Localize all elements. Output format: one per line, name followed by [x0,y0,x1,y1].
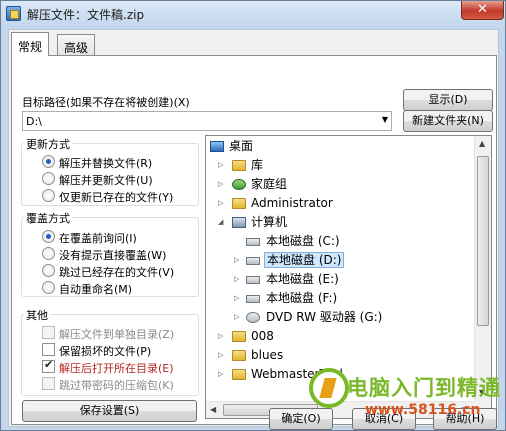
expand-arrow-icon[interactable]: ▷ [234,252,239,269]
radio-update-existing-label[interactable]: 仅更新已存在的文件(Y) [59,189,173,205]
expand-arrow-icon[interactable]: ▷ [234,290,239,307]
scroll-left-arrow-icon[interactable]: ◀ [210,405,216,414]
radio-extract-update[interactable] [42,172,55,185]
tree-item-library[interactable]: ▷ 库 [218,157,263,174]
archive-app-icon [6,6,21,21]
window-title: 解压文件：文件稿.zip [27,8,145,22]
tree-item-homegroup[interactable]: ▷ 家庭组 [218,176,287,193]
computer-icon [232,217,246,228]
overwrite-mode-legend: 覆盖方式 [24,210,72,226]
user-folder-icon [232,198,246,209]
radio-update-existing[interactable] [42,189,55,202]
expand-arrow-icon[interactable]: ▷ [234,309,239,326]
desktop-icon [210,141,224,152]
checkbox-skip-password-archives[interactable] [42,377,55,390]
checkbox-extract-separate-dir[interactable] [42,326,55,339]
tree-item-drive-e[interactable]: ▷ 本地磁盘 (E:) [234,271,339,288]
expand-arrow-icon[interactable]: ▷ [218,328,223,345]
drive-icon [246,238,260,246]
tab-advanced[interactable]: 高级 [57,34,96,56]
tree-item-dvd-drive[interactable]: ▷ DVD RW 驱动器 (G:) [234,309,382,326]
watermark-logo-icon [309,368,349,408]
checkbox-keep-broken-files[interactable] [42,343,55,356]
expand-arrow-icon[interactable]: ▷ [218,176,223,193]
folder-icon [232,369,246,380]
radio-overwrite-silent-label[interactable]: 没有提示直接覆盖(W) [59,247,166,263]
extract-dialog-window: 解压文件：文件稿.zip ✕ 常规 高级 目标路径(如果不存在将被创建)(X) … [0,0,506,431]
checkbox-extract-separate-dir-label[interactable]: 解压文件到单独目录(Z) [59,326,174,342]
dropdown-arrow-icon[interactable]: ▼ [382,115,388,124]
tab-general[interactable]: 常规 [11,32,50,56]
destination-path-value: D:\ [26,115,42,128]
expand-arrow-icon[interactable]: ▷ [218,347,223,364]
checkbox-open-dir-after-extract[interactable] [42,358,55,373]
radio-extract-replace-label[interactable]: 解压并替换文件(R) [59,155,152,171]
dvd-drive-icon [246,312,260,323]
checkbox-open-dir-after-extract-label[interactable]: 解压后打开所在目录(E) [59,360,174,376]
radio-auto-rename-label[interactable]: 自动重命名(M) [59,281,132,297]
radio-skip-existing[interactable] [42,264,55,277]
tree-item-drive-d[interactable]: ▷ 本地磁盘 (D:) [234,252,345,269]
tree-item-administrator[interactable]: ▷ Administrator [218,195,333,212]
radio-skip-existing-label[interactable]: 跳过已经存在的文件(V) [59,264,174,280]
site-watermark: 电脑入门到精通 www.58116.cn [303,364,503,428]
expand-arrow-icon[interactable]: ▷ [218,366,223,383]
misc-options-legend: 其他 [24,307,50,323]
vertical-scroll-thumb[interactable] [477,156,489,326]
drive-icon [246,257,260,265]
tree-item-folder-008[interactable]: ▷ 008 [218,328,274,345]
tree-item-computer[interactable]: ◢ 计算机 [218,214,287,231]
folder-icon [232,350,246,361]
radio-extract-replace[interactable] [42,155,55,168]
radio-overwrite-silent[interactable] [42,247,55,260]
tree-item-drive-f[interactable]: ▷ 本地磁盘 (F:) [234,290,337,307]
expand-arrow-icon[interactable]: ▷ [218,195,223,212]
destination-path-combobox[interactable]: D:\ ▼ [22,111,392,131]
close-icon: ✕ [477,2,488,17]
watermark-title: 电脑入门到精通 [347,376,501,400]
radio-auto-rename[interactable] [42,281,55,294]
expand-arrow-icon[interactable]: ▷ [218,157,223,174]
checkbox-keep-broken-files-label[interactable]: 保留损坏的文件(P) [59,343,151,359]
radio-extract-update-label[interactable]: 解压并更新文件(U) [59,172,153,188]
scroll-up-arrow-icon[interactable]: ▲ [479,139,485,148]
title-bar[interactable]: 解压文件：文件稿.zip ✕ [1,1,505,27]
radio-ask-before-overwrite-label[interactable]: 在覆盖前询问(I) [59,230,137,246]
save-settings-button[interactable]: 保存设置(S) [22,400,197,422]
library-folder-icon [232,160,246,171]
drive-icon [246,295,260,303]
destination-path-label: 目标路径(如果不存在将被创建)(X) [22,96,190,109]
tree-item-desktop[interactable]: 桌面 [210,138,253,155]
watermark-url: www.58116.cn [365,402,481,418]
expand-arrow-icon[interactable]: ▷ [234,271,239,288]
drive-icon [246,276,260,284]
folder-icon [232,331,246,342]
collapse-arrow-icon[interactable]: ◢ [218,214,223,231]
homegroup-icon [232,179,246,190]
tree-item-drive-c[interactable]: 本地磁盘 (C:) [234,233,340,250]
new-folder-button[interactable]: 新建文件夹(N) [403,110,493,132]
checkbox-skip-password-archives-label[interactable]: 跳过带密码的压缩包(K) [59,377,174,393]
radio-ask-before-overwrite[interactable] [42,230,55,243]
tree-item-folder-blues[interactable]: ▷ blues [218,347,283,364]
show-button[interactable]: 显示(D) [403,89,493,111]
update-mode-legend: 更新方式 [24,136,72,152]
close-button[interactable]: ✕ [461,1,504,20]
